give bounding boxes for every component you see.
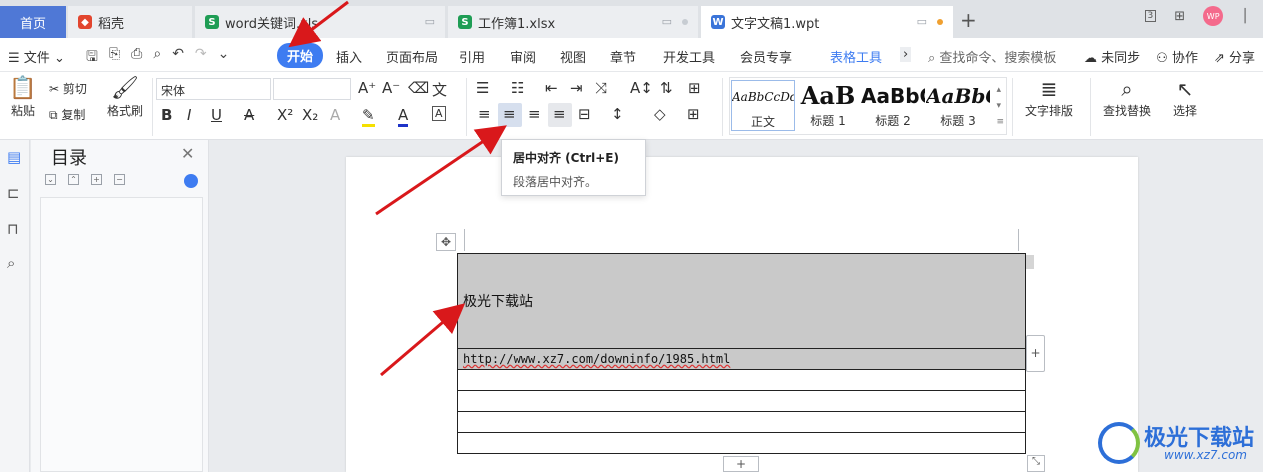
arrow-to-align-center (375, 125, 507, 216)
arrow-to-start-tab (288, 0, 349, 48)
watermark-url: www.xz7.com (1164, 448, 1247, 462)
annotation-arrows (288, 0, 507, 377)
watermark: 极光下载站 www.xz7.com (1098, 418, 1258, 468)
watermark-logo-icon (1098, 422, 1140, 464)
arrow-to-cell (380, 303, 466, 377)
